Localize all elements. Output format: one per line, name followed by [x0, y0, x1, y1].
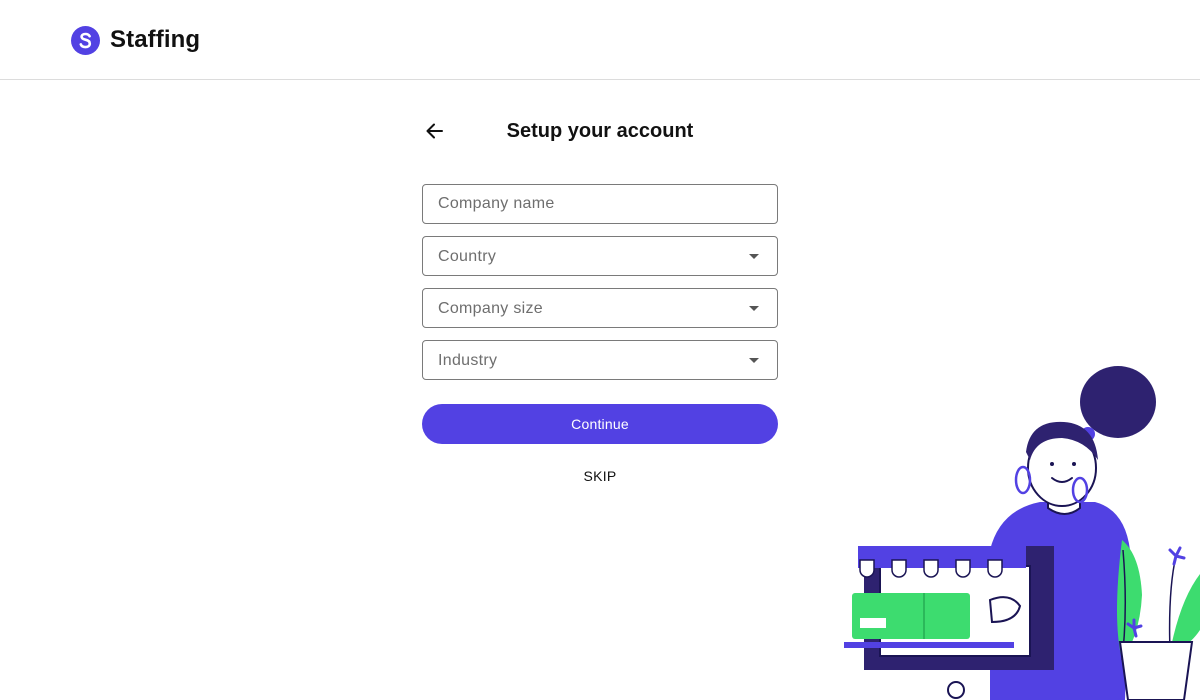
company-name-field[interactable]: [422, 184, 778, 224]
caret-down-icon[interactable]: [749, 358, 759, 363]
woman-holding-shop-illustration: [840, 360, 1200, 700]
country-placeholder: Country: [438, 248, 497, 265]
company-size-select[interactable]: Company size: [422, 288, 778, 328]
industry-select[interactable]: Industry: [422, 340, 778, 380]
continue-button[interactable]: Continue: [422, 404, 778, 444]
caret-down-icon[interactable]: [749, 254, 759, 259]
industry-placeholder: Industry: [438, 352, 498, 369]
app-header: Staffing: [0, 0, 1200, 80]
company-name-input[interactable]: [423, 185, 777, 223]
caret-down-icon[interactable]: [749, 306, 759, 311]
country-select[interactable]: Country: [422, 236, 778, 276]
skip-link[interactable]: SKIP: [560, 468, 640, 484]
logo-icon: [71, 26, 100, 55]
page-title: Setup your account: [506, 120, 694, 142]
brand-name: Staffing: [110, 26, 201, 53]
company-size-placeholder: Company size: [438, 300, 543, 317]
